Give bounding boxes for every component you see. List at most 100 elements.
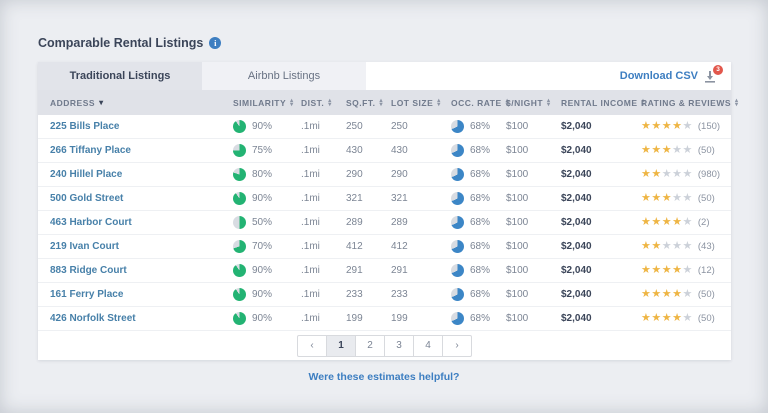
star-icon: ★ [651, 169, 661, 180]
column-header-rating-reviews[interactable]: RATING & REVIEWS▴▾ [633, 98, 739, 108]
star-icon: ★ [651, 193, 661, 204]
distance-cell: .1mi [293, 145, 338, 156]
pagination-prev-button[interactable]: ‹ [297, 335, 327, 357]
column-header-occ-rate[interactable]: OCC. RATE▴▾ [443, 98, 498, 108]
night-price-cell: $100 [498, 169, 553, 180]
star-icon: ★ [651, 289, 661, 300]
rental-income-cell: $2,040 [553, 169, 633, 180]
pagination-next-button[interactable]: › [442, 335, 472, 357]
occ-rate-value: 68% [470, 145, 490, 156]
tab-bar: Traditional Listings Airbnb Listings Dow… [38, 62, 731, 90]
occ-rate-pie-icon [451, 144, 464, 157]
rating-cell: ★★★★★(980) [633, 169, 731, 180]
tab-airbnb-listings[interactable]: Airbnb Listings [202, 62, 366, 90]
column-header-label: $/NIGHT [506, 98, 543, 108]
star-icon: ★ [641, 265, 651, 276]
distance-cell: .1mi [293, 289, 338, 300]
info-icon[interactable]: i [209, 37, 221, 49]
star-icon: ★ [662, 169, 672, 180]
address-link[interactable]: 500 Gold Street [50, 193, 123, 204]
star-icon: ★ [683, 145, 693, 156]
tab-traditional-listings[interactable]: Traditional Listings [38, 62, 202, 90]
pagination-page-1[interactable]: 1 [326, 335, 356, 357]
rating-cell: ★★★★★(2) [633, 217, 731, 228]
address-link[interactable]: 240 Hillel Place [50, 169, 122, 180]
occ-rate-value: 68% [470, 121, 490, 132]
star-icon: ★ [662, 313, 672, 324]
address-link[interactable]: 463 Harbor Court [50, 217, 132, 228]
rating-cell: ★★★★★(12) [633, 265, 731, 276]
download-csv-label: Download CSV [620, 70, 698, 82]
lot-size-cell: 199 [383, 313, 443, 324]
similarity-pie-icon [233, 240, 246, 253]
similarity-cell: 90% [225, 120, 293, 133]
download-csv-button[interactable]: Download CSV 3 [620, 70, 717, 83]
column-header-sq-ft[interactable]: SQ.FT.▴▾ [338, 98, 383, 108]
pagination-page-4[interactable]: 4 [413, 335, 443, 357]
similarity-cell: 90% [225, 192, 293, 205]
similarity-value: 70% [252, 241, 272, 252]
occ-rate-value: 68% [470, 217, 490, 228]
lot-size-cell: 289 [383, 217, 443, 228]
review-count: (43) [698, 241, 715, 252]
column-header-rental-income[interactable]: RENTAL INCOME▴▾ [553, 98, 633, 108]
rental-income-cell: $2,040 [553, 289, 633, 300]
column-header-label: SQ.FT. [346, 98, 375, 108]
star-icon: ★ [662, 145, 672, 156]
similarity-cell: 90% [225, 288, 293, 301]
table-row: 266 Tiffany Place75%.1mi43043068%$100$2,… [38, 139, 731, 163]
tab-bar-spacer: Download CSV 3 [366, 62, 731, 90]
review-count: (50) [698, 193, 715, 204]
rental-income-cell: $2,040 [553, 193, 633, 204]
table-row: 883 Ridge Court90%.1mi29129168%$100$2,04… [38, 259, 731, 283]
rating-cell: ★★★★★(43) [633, 241, 731, 252]
occ-rate-cell: 68% [443, 312, 498, 325]
similarity-pie-icon [233, 288, 246, 301]
lot-size-cell: 430 [383, 145, 443, 156]
star-icon: ★ [683, 313, 693, 324]
pagination-page-3[interactable]: 3 [384, 335, 414, 357]
address-cell: 500 Gold Street [38, 193, 225, 204]
night-price-cell: $100 [498, 313, 553, 324]
column-header-lot-size[interactable]: LOT SIZE▴▾ [383, 98, 443, 108]
review-count: (12) [698, 265, 715, 276]
occ-rate-pie-icon [451, 168, 464, 181]
similarity-cell: 80% [225, 168, 293, 181]
occ-rate-value: 68% [470, 265, 490, 276]
star-icon: ★ [641, 217, 651, 228]
address-link[interactable]: 225 Bills Place [50, 121, 120, 132]
similarity-value: 90% [252, 313, 272, 324]
address-link[interactable]: 161 Ferry Place [50, 289, 123, 300]
star-icon: ★ [672, 265, 682, 276]
table-row: 500 Gold Street90%.1mi32132168%$100$2,04… [38, 187, 731, 211]
address-link[interactable]: 426 Norfolk Street [50, 313, 136, 324]
distance-cell: .1mi [293, 313, 338, 324]
rating-cell: ★★★★★(150) [633, 121, 731, 132]
star-icon: ★ [641, 241, 651, 252]
sqft-cell: 321 [338, 193, 383, 204]
lot-size-cell: 321 [383, 193, 443, 204]
estimates-helpful-link[interactable]: Were these estimates helpful? [309, 371, 460, 383]
lot-size-cell: 233 [383, 289, 443, 300]
rating-cell: ★★★★★(50) [633, 289, 731, 300]
table-row: 219 Ivan Court70%.1mi41241268%$100$2,040… [38, 235, 731, 259]
distance-cell: .1mi [293, 217, 338, 228]
occ-rate-value: 68% [470, 289, 490, 300]
column-header-dist[interactable]: DIST.▴▾ [293, 98, 338, 108]
page-title: Comparable Rental Listings [38, 36, 203, 50]
star-icon: ★ [651, 145, 661, 156]
rental-income-cell: $2,040 [553, 217, 633, 228]
pagination-page-2[interactable]: 2 [355, 335, 385, 357]
address-link[interactable]: 219 Ivan Court [50, 241, 119, 252]
download-icon: 3 [703, 70, 717, 83]
column-header-similarity[interactable]: SIMILARITY▴▾ [225, 98, 293, 108]
column-header-address[interactable]: ADDRESS▾ [38, 98, 225, 108]
address-cell: 240 Hillel Place [38, 169, 225, 180]
column-header-label: OCC. RATE [451, 98, 502, 108]
address-link[interactable]: 266 Tiffany Place [50, 145, 131, 156]
caret-down-icon: ▾ [99, 98, 104, 107]
night-price-cell: $100 [498, 145, 553, 156]
address-cell: 266 Tiffany Place [38, 145, 225, 156]
column-header-night[interactable]: $/NIGHT▴▾ [498, 98, 553, 108]
address-link[interactable]: 883 Ridge Court [50, 265, 127, 276]
